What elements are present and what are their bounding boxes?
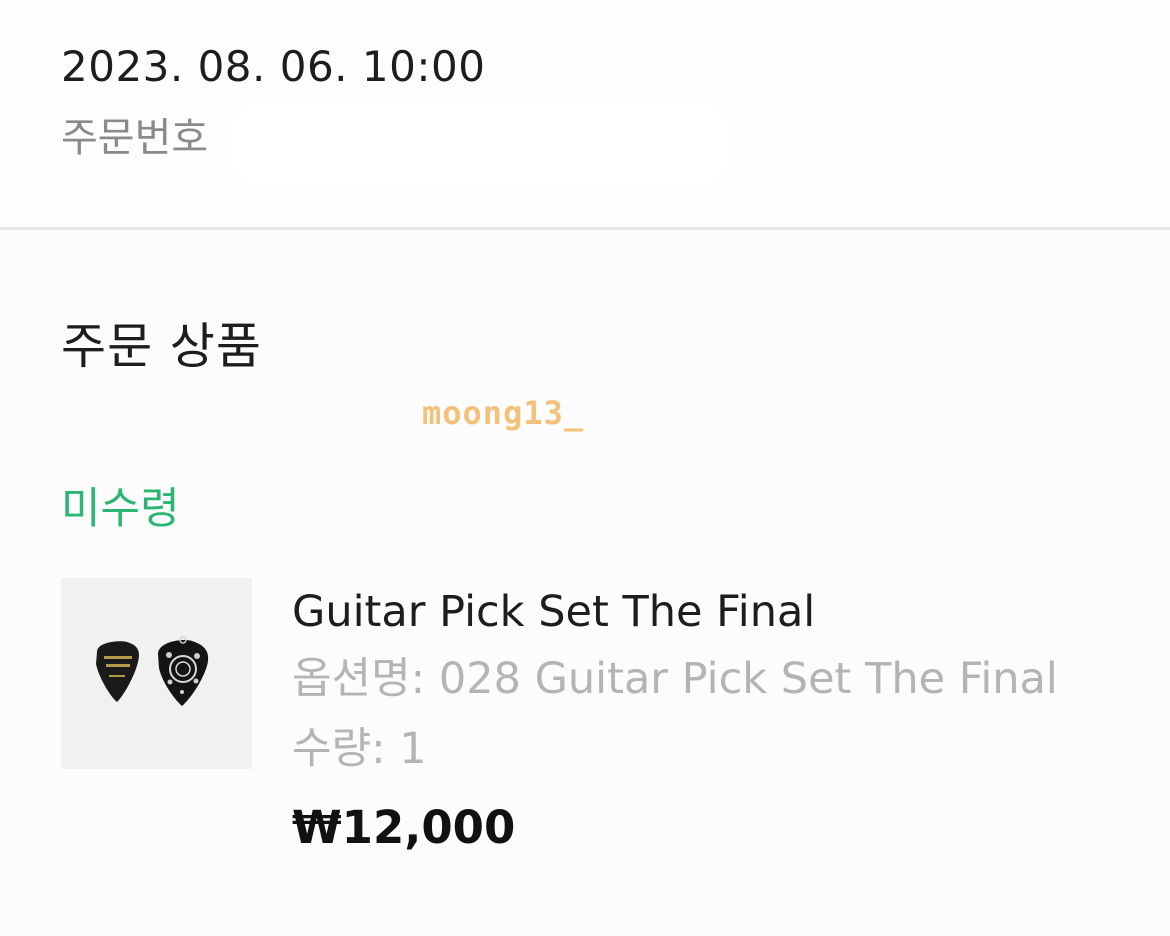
left-pick-shape — [96, 641, 139, 702]
ordered-items-title: 주문 상품 — [61, 318, 262, 375]
handwritten-watermark: moong13_ — [422, 394, 585, 432]
order-number-label: 주문번호 — [61, 115, 209, 161]
order-number-redaction — [225, 96, 735, 192]
order-detail-page: 2023. 08. 06. 10:00 주문번호 주문 상품 moong13_ … — [0, 0, 1170, 936]
right-pick-shape — [158, 640, 209, 706]
guitar-pick-set-image — [96, 636, 209, 706]
product-quantity: 수량: 1 — [292, 724, 427, 774]
pickup-status-label: 미수령 — [61, 484, 180, 534]
section-divider — [0, 227, 1170, 230]
product-price: ₩12,000 — [292, 801, 516, 854]
product-option: 옵션명: 028 Guitar Pick Set The Final — [292, 654, 1058, 704]
order-header: 2023. 08. 06. 10:00 주문번호 — [0, 0, 1170, 228]
product-thumbnail[interactable] — [61, 578, 252, 769]
product-name[interactable]: Guitar Pick Set The Final — [292, 584, 815, 640]
order-datetime: 2023. 08. 06. 10:00 — [61, 42, 486, 91]
